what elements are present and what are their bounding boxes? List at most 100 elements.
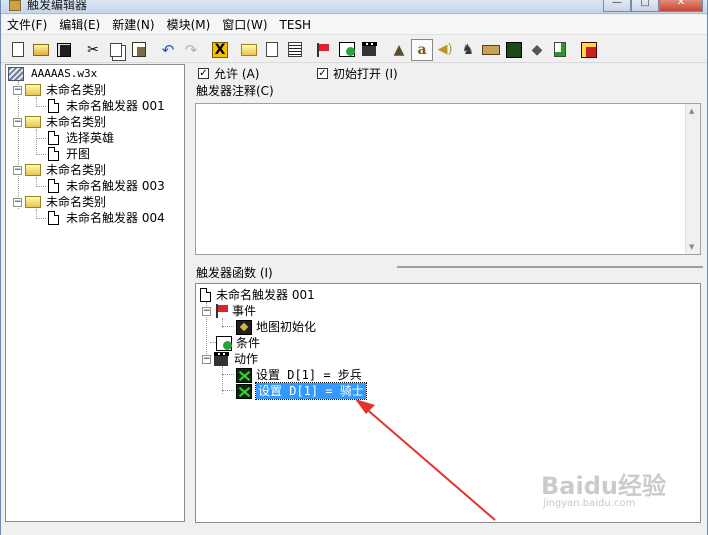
events-node[interactable]: − 事件 (202, 303, 256, 319)
object-manager-button[interactable]: ◆ (526, 39, 548, 61)
collapse-icon[interactable]: − (202, 354, 211, 364)
maximize-button[interactable]: □ (631, 0, 659, 12)
menu-window[interactable]: 窗口(W) (216, 15, 273, 35)
trigger-editor-button[interactable]: a (411, 38, 433, 61)
menu-module[interactable]: 模块(M) (161, 15, 217, 35)
sound-editor-icon: ◀) (437, 42, 453, 57)
tree-trigger[interactable]: 未命名触发器 004 (48, 210, 167, 226)
menu-edit[interactable]: 编辑(E) (53, 15, 106, 35)
pane-splitter[interactable] (187, 64, 195, 524)
object-editor-icon: ♞ (461, 41, 475, 58)
tree-root-map[interactable]: AAAAAS.w3x (8, 66, 99, 82)
open-button[interactable] (30, 39, 52, 61)
tree-trigger[interactable]: 开图 (48, 146, 92, 162)
paste-icon (132, 42, 146, 57)
collapse-icon[interactable]: − (13, 165, 22, 175)
close-button[interactable]: ✕ (659, 0, 703, 12)
trigger-doc-icon (48, 211, 59, 225)
enabled-option[interactable]: ✓ 允许 (A) (198, 65, 259, 82)
cut-button[interactable]: ✂ (82, 39, 104, 61)
test-map-button[interactable] (578, 39, 600, 61)
function-trigger-root[interactable]: 未命名触发器 001 (200, 287, 315, 303)
section-divider (397, 266, 703, 268)
action-item[interactable]: 设置 D[1] = 步兵 (236, 367, 362, 383)
actions-node[interactable]: − 动作 (202, 351, 258, 367)
collapse-icon[interactable]: − (202, 306, 211, 316)
events-label: 事件 (232, 304, 257, 318)
event-item[interactable]: 地图初始化 (236, 319, 316, 335)
new-category-button[interactable] (238, 39, 260, 61)
save-button[interactable] (53, 39, 75, 61)
menu-tesh[interactable]: TESH (274, 15, 318, 35)
new-condition-button[interactable] (336, 39, 358, 61)
new-trigger-icon (266, 42, 278, 57)
tree-category[interactable]: − 未命名类别 (13, 162, 108, 178)
campaign-editor-button[interactable] (480, 39, 502, 61)
redo-button[interactable]: ↷ (180, 39, 202, 61)
conditions-node[interactable]: 条件 (216, 335, 260, 351)
sound-editor-button[interactable]: ◀) (434, 39, 456, 61)
trigger-doc-icon (48, 147, 59, 161)
menu-file[interactable]: 文件(F) (1, 15, 53, 35)
trigger-tree-panel[interactable]: AAAAAS.w3x − 未命名类别 未命名触发器 001 − 未命名类别 选择… (5, 64, 185, 522)
collapse-icon[interactable]: − (13, 197, 22, 207)
window-controls: — □ ✕ (603, 0, 703, 12)
terrain-editor-button[interactable]: ▲ (388, 39, 410, 61)
menu-new[interactable]: 新建(N) (106, 15, 160, 35)
new-comment-button[interactable] (284, 39, 306, 61)
tree-trigger[interactable]: 未命名触发器 003 (48, 178, 167, 194)
new-button[interactable] (7, 39, 29, 61)
initially-on-label: 初始打开 (I) (333, 67, 398, 81)
new-event-icon (315, 42, 329, 57)
test-map-icon (581, 41, 597, 58)
functions-label: 触发器函数 (I) (196, 266, 273, 280)
tree-category[interactable]: − 未命名类别 (13, 194, 108, 210)
comment-textarea[interactable]: ▲ ▼ (195, 103, 701, 255)
event-flag-icon (214, 304, 228, 318)
folder-icon (25, 116, 41, 128)
copy-icon (110, 42, 122, 57)
tree-trigger[interactable]: 未命名触发器 001 (48, 98, 167, 114)
initially-on-checkbox[interactable]: ✓ (317, 68, 328, 79)
copy-button[interactable] (105, 39, 127, 61)
delete-button[interactable]: X (209, 39, 231, 61)
tree-category[interactable]: − 未命名类别 (13, 82, 108, 98)
paste-button[interactable] (128, 39, 150, 61)
action-item-label: 设置 D[1] = 骑士 (255, 382, 367, 400)
folder-icon (25, 196, 41, 208)
enabled-checkbox[interactable]: ✓ (198, 68, 209, 79)
action-item-selected[interactable]: 设置 D[1] = 骑士 (236, 382, 367, 400)
new-action-button[interactable] (359, 39, 381, 61)
folder-icon (25, 84, 41, 96)
collapse-icon[interactable]: − (13, 117, 22, 127)
conditions-label: 条件 (236, 336, 261, 350)
object-editor-button[interactable]: ♞ (457, 39, 479, 61)
category-label: 未命名类别 (46, 195, 107, 209)
undo-icon: ↶ (161, 40, 175, 59)
import-manager-button[interactable] (549, 39, 571, 61)
tree-category[interactable]: − 未命名类别 (13, 114, 108, 130)
ai-editor-button[interactable] (503, 39, 525, 61)
minimize-button[interactable]: — (603, 0, 631, 12)
new-trigger-button[interactable] (261, 39, 283, 61)
delete-icon: X (212, 41, 228, 58)
new-category-icon (241, 43, 257, 56)
comment-scrollbar[interactable]: ▲ ▼ (685, 104, 700, 254)
map-icon (8, 67, 24, 81)
tree-trigger[interactable]: 选择英雄 (48, 130, 116, 146)
new-condition-icon (339, 42, 355, 57)
new-event-button[interactable] (313, 39, 335, 61)
scroll-down-icon[interactable]: ▼ (689, 243, 694, 251)
function-trigger-name: 未命名触发器 001 (216, 288, 315, 302)
action-item-label: 设置 D[1] = 步兵 (256, 368, 362, 382)
category-label: 未命名类别 (46, 163, 107, 177)
actions-label: 动作 (234, 352, 259, 366)
scroll-up-icon[interactable]: ▲ (689, 107, 694, 115)
collapse-icon[interactable]: − (13, 85, 22, 95)
trigger-label: 未命名触发器 004 (66, 211, 165, 225)
category-label: 未命名类别 (46, 115, 107, 129)
undo-button[interactable]: ↶ (157, 39, 179, 61)
object-manager-icon: ◆ (531, 41, 543, 58)
redo-icon: ↷ (184, 40, 198, 59)
initially-on-option[interactable]: ✓ 初始打开 (I) (317, 65, 398, 82)
